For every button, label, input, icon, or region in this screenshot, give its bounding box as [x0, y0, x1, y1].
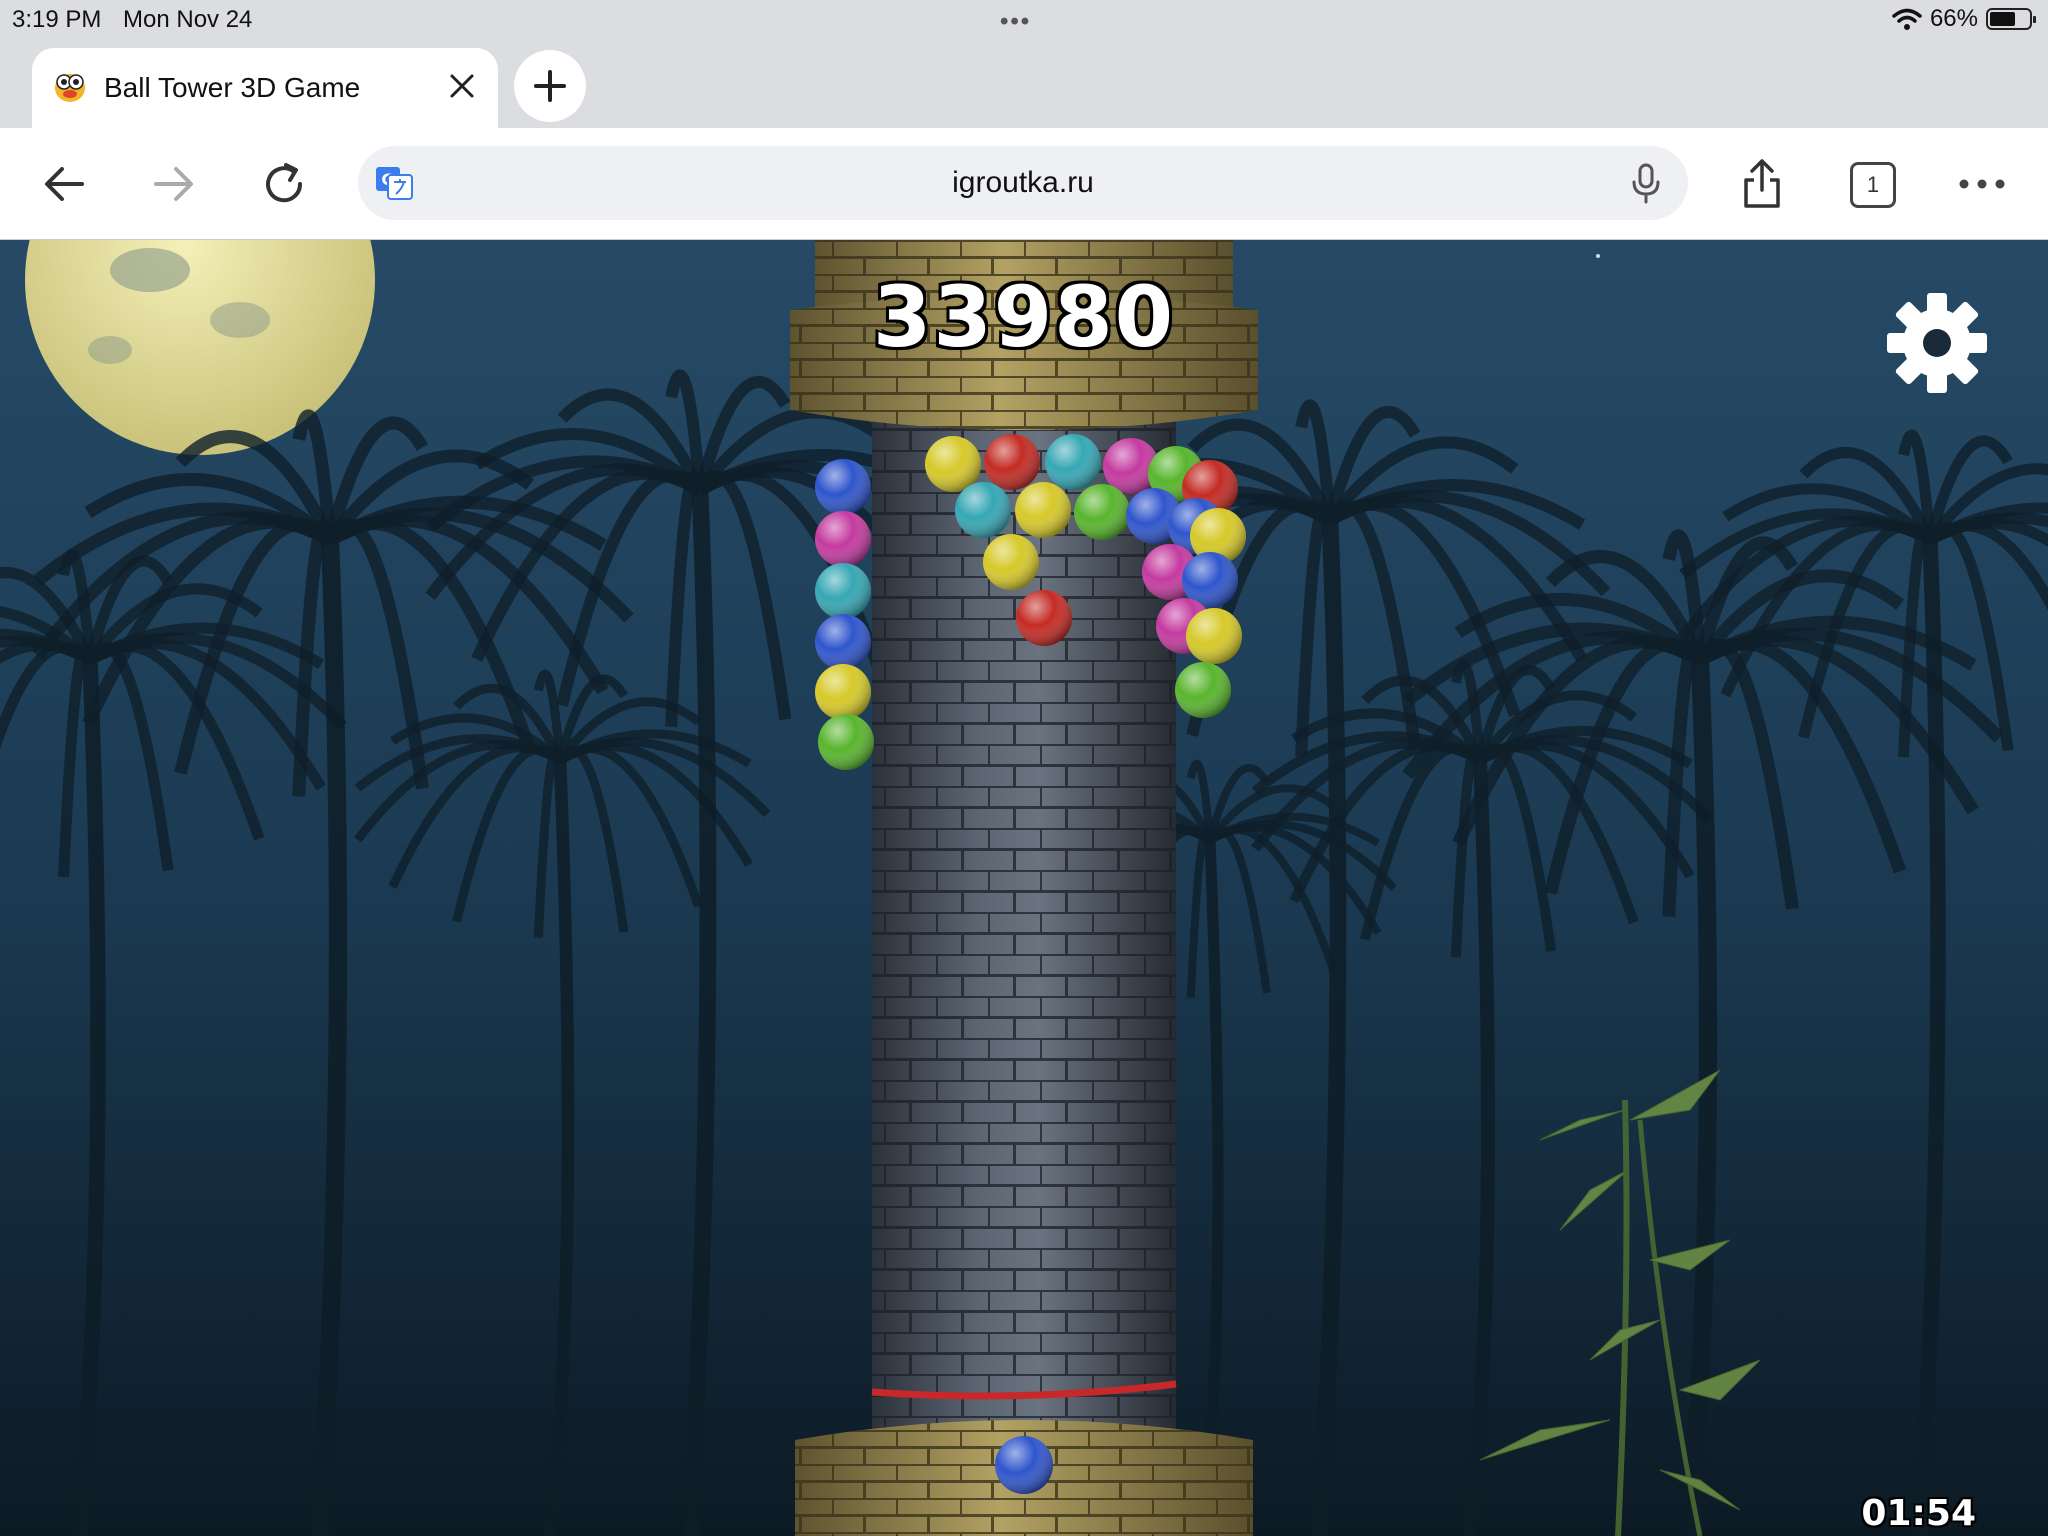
multitasking-dots-icon[interactable]: ••• [1000, 8, 1031, 36]
ball-yellow [983, 534, 1039, 590]
game-scene [0, 240, 2048, 1536]
ball-cyan [815, 563, 871, 619]
plus-icon [534, 70, 566, 102]
battery-level [1990, 12, 2016, 26]
url-text: igroutka.ru [952, 166, 1094, 199]
ball-yellow [925, 436, 981, 492]
more-icon[interactable] [1954, 156, 2010, 212]
settings-button[interactable] [1884, 290, 1990, 396]
ball-green [818, 714, 874, 770]
ball-green [1175, 662, 1231, 718]
game-timer: 01:54 [1861, 1493, 1976, 1534]
address-bar[interactable]: G igroutka.ru [358, 146, 1688, 220]
status-date: Mon Nov 24 [123, 6, 253, 33]
player-ball[interactable] [995, 1436, 1053, 1494]
battery-percent: 66% [1929, 5, 1978, 32]
owl-favicon-icon [55, 74, 85, 102]
microphone-icon[interactable] [1628, 162, 1664, 204]
tab-switcher-button[interactable]: 1 [1850, 162, 1896, 208]
ball-red [984, 434, 1040, 490]
tab-strip: Ball Tower 3D Game [0, 40, 2048, 128]
ball-magenta [815, 511, 871, 567]
status-right: 66% [1892, 5, 2036, 33]
ball-cyan [955, 482, 1011, 538]
ball-blue [815, 459, 871, 515]
battery-icon [1986, 8, 2036, 30]
tab-ball-tower[interactable]: Ball Tower 3D Game [32, 48, 498, 128]
share-icon[interactable] [1734, 156, 1790, 212]
game-canvas[interactable]: 33980 01:54 [0, 240, 2048, 1536]
ball-yellow [1015, 482, 1071, 538]
ball-red [1016, 590, 1072, 646]
score-display: 33980 [872, 268, 1176, 366]
ball-blue [815, 614, 871, 670]
tab-title: Ball Tower 3D Game [104, 72, 361, 103]
ball-green [1074, 484, 1130, 540]
new-tab-button[interactable] [514, 50, 586, 122]
status-bar: 3:19 PM Mon Nov 24 ••• 66% [0, 0, 2048, 40]
ball-yellow [1186, 608, 1242, 664]
browser-toolbar: G igroutka.ru 1 [0, 128, 2048, 240]
ball-cyan [1045, 434, 1101, 490]
status-time: 3:19 PM [12, 6, 102, 33]
back-arrow-icon[interactable] [36, 156, 92, 212]
reload-icon[interactable] [256, 156, 312, 212]
wifi-icon [1892, 8, 1922, 30]
close-icon[interactable] [444, 68, 480, 104]
ball-yellow [815, 664, 871, 720]
forward-arrow-icon[interactable] [146, 156, 202, 212]
gear-icon [1887, 293, 1987, 393]
